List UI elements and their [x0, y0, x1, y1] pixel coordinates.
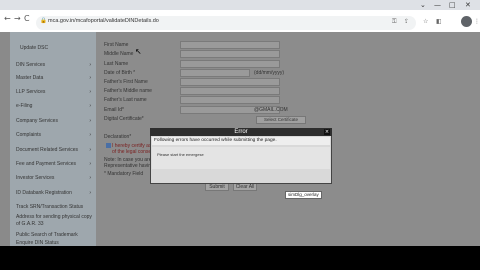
address-text[interactable]: mca.gov.in/mcafoportal/validateDINDetail…	[48, 18, 159, 24]
chevron-right-icon: ›	[89, 190, 91, 196]
key-icon[interactable]: ⚿	[392, 18, 397, 26]
reload-icon[interactable]: C	[24, 14, 30, 23]
sidebar-item-investor-services[interactable]: Investor Services ›	[16, 173, 94, 183]
share-icon[interactable]: ⇪	[404, 18, 409, 25]
field-label-email: Email Id*	[104, 107, 125, 113]
field-label-middle-name: Middle Name	[104, 51, 134, 57]
sidebar-item-label: Document Related Services	[16, 147, 78, 153]
sidebar-item-label: DIN Services	[16, 62, 46, 68]
minimize-icon[interactable]: —	[434, 0, 441, 10]
select-certificate-button[interactable]: Select Certificate	[256, 116, 306, 124]
clear-all-button[interactable]: Clear All	[233, 183, 257, 191]
sidebar-item-label: Complaints	[16, 132, 42, 138]
chevron-right-icon: ›	[89, 161, 91, 167]
sidebar-item-label: Investor Services	[16, 175, 55, 181]
sidebar-update-dsc[interactable]: Update DSC	[20, 45, 48, 51]
sidebar-item-document-related-services[interactable]: Document Related Services ›	[16, 145, 94, 155]
error-detail-panel	[152, 147, 330, 169]
mouse-cursor-icon: ↖	[135, 47, 142, 56]
close-window-icon[interactable]: ✕	[465, 0, 471, 10]
chevron-right-icon: ›	[89, 132, 91, 138]
error-message: Following errors have occurred while sub…	[152, 137, 330, 145]
sidebar-item-din-services[interactable]: DIN Services ›	[16, 60, 94, 70]
sidebar-item-label: LLP Services	[16, 89, 46, 95]
sidebar-item-label: e-Filing	[16, 103, 33, 109]
first-name-input[interactable]	[180, 41, 280, 49]
last-name-input[interactable]	[180, 60, 280, 68]
tab-search-icon[interactable]: ⌄	[420, 0, 426, 10]
field-label-first-name: First Name	[104, 42, 129, 48]
father-middle-name-input[interactable]	[180, 87, 280, 95]
sidebar-item-e-filing[interactable]: e-Filing ›	[16, 101, 94, 111]
star-icon[interactable]: ☆	[423, 18, 428, 25]
sidebar-item-llp-services[interactable]: LLP Services ›	[16, 87, 94, 97]
field-label-dob: Date of Birth *	[104, 70, 136, 76]
lock-icon[interactable]: 🔒	[40, 18, 47, 24]
field-label-father-middle: Father's Middle name	[104, 88, 152, 94]
declaration-checkbox[interactable]	[106, 143, 111, 148]
sidebar-link-track-srn[interactable]: Track SRN/Transaction Status	[16, 204, 94, 211]
letterbox-bottom	[0, 246, 480, 270]
extension-icon[interactable]: ◧	[436, 18, 442, 25]
middle-name-input[interactable]	[180, 50, 280, 58]
sidebar-item-id-databank-registration[interactable]: ID Databank Registration ›	[16, 188, 94, 198]
sidebar-item-label: Master Data	[16, 75, 44, 81]
sidebar-item-label: Fee and Payment Services	[16, 161, 77, 167]
profile-avatar[interactable]	[461, 16, 472, 27]
close-icon[interactable]: ×	[324, 129, 330, 135]
chevron-right-icon: ›	[89, 147, 91, 153]
chevron-right-icon: ›	[89, 118, 91, 124]
declaration-label: Declaration*	[104, 134, 132, 140]
mandatory-field-note: * Mandatory Field	[104, 171, 144, 177]
menu-icon[interactable]: ⋮	[474, 18, 480, 25]
chevron-right-icon: ›	[89, 89, 91, 95]
dob-input[interactable]	[180, 69, 250, 77]
sidebar-link-public-search-trademark[interactable]: Public Search of Trademark	[16, 232, 94, 239]
chevron-right-icon: ›	[89, 175, 91, 181]
chevron-right-icon: ›	[89, 62, 91, 68]
field-label-father-first: Father's First Name	[104, 79, 148, 85]
chevron-right-icon: ›	[89, 103, 91, 109]
modal-title: Error	[150, 128, 332, 136]
error-detail-text: Please start the emergese	[157, 152, 204, 157]
back-icon[interactable]: ←	[4, 14, 11, 23]
sidebar-link-address-physical-copy[interactable]: Address for sending physical copy of G.A…	[16, 214, 94, 227]
maximize-icon[interactable]: □	[449, 0, 456, 10]
note-line2: Representative having	[104, 163, 154, 169]
sidebar-item-label: Company Services	[16, 118, 58, 124]
title-bar	[0, 0, 480, 10]
overlay-tooltip: simDlg_overlay	[285, 191, 322, 199]
field-label-digital-certificate: Digital Certificate*	[104, 116, 144, 122]
submit-button[interactable]: Submit	[205, 183, 229, 191]
sidebar-item-fee-and-payment-services[interactable]: Fee and Payment Services ›	[16, 159, 94, 169]
chevron-right-icon: ›	[89, 75, 91, 81]
father-first-name-input[interactable]	[180, 78, 280, 86]
sidebar-item-complaints[interactable]: Complaints ›	[16, 130, 94, 140]
sidebar-item-company-services[interactable]: Company Services ›	[16, 116, 94, 126]
sidebar-item-label: ID Databank Registration	[16, 190, 72, 196]
field-label-last-name: Last Name	[104, 61, 129, 67]
forward-icon[interactable]: →	[14, 14, 21, 23]
father-last-name-input[interactable]	[180, 96, 280, 104]
field-label-father-last: Father's Last name	[104, 97, 147, 103]
email-domain-hint: @GMAIL.COM	[254, 107, 288, 113]
dob-format-hint: (dd/mm/yyyy)	[254, 70, 284, 76]
sidebar-item-master-data[interactable]: Master Data ›	[16, 73, 94, 83]
